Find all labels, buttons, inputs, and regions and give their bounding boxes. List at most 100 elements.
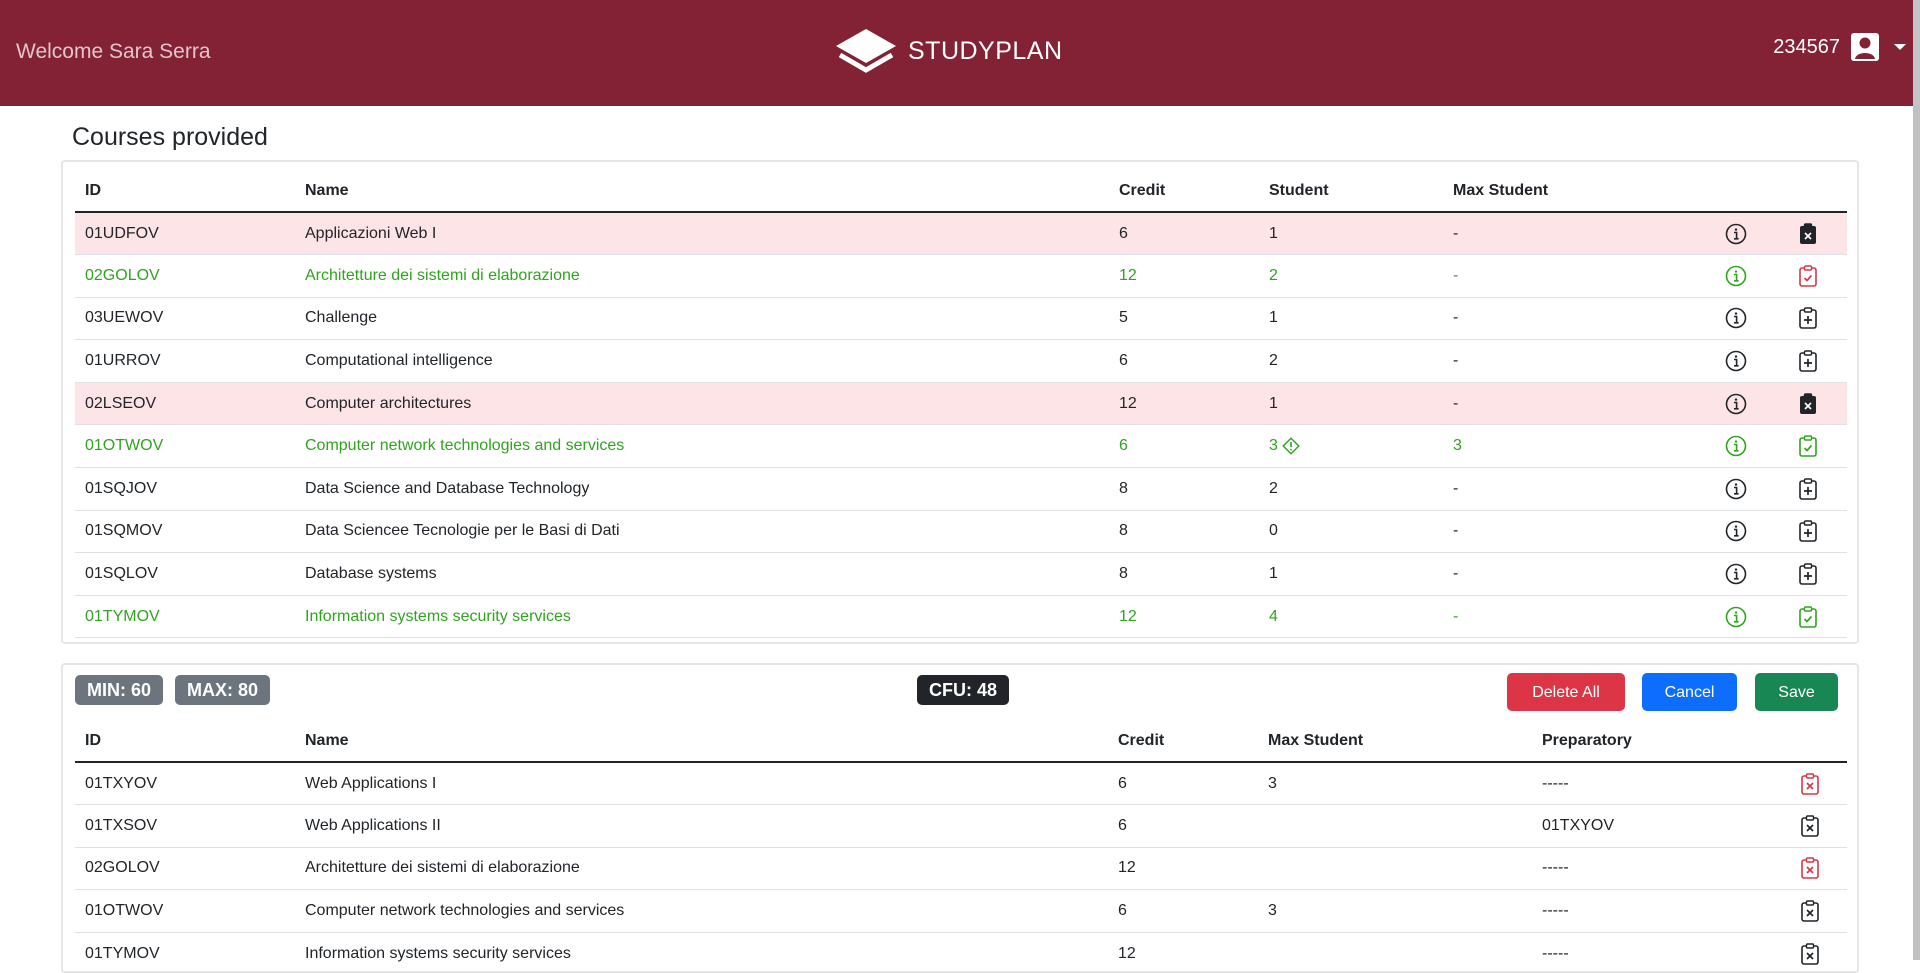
cancel-button[interactable]: Cancel (1642, 673, 1737, 711)
scrollbar-thumb[interactable] (1913, 106, 1920, 960)
info-icon[interactable] (1725, 223, 1747, 244)
info-icon[interactable] (1725, 606, 1747, 627)
course-student-cell: 1 (1259, 297, 1443, 341)
course-student-cell: 4 (1259, 595, 1443, 639)
table-row[interactable]: 01SQMOV Data Sciencee Tecnologie per le B… (75, 510, 1847, 554)
table-row[interactable]: 01OTWOV Computer network technologies and… (75, 424, 1847, 469)
table-row[interactable]: 01UDFOV Applicazioni Web I61 - (75, 212, 1847, 256)
course-name: Computer architectures (295, 382, 1109, 426)
info-cell (1703, 212, 1769, 256)
course-students: 3 (1269, 437, 1278, 455)
info-icon[interactable] (1725, 521, 1747, 542)
course-student-cell: 1 (1259, 212, 1443, 256)
table-row[interactable]: 01SQJOV Data Science and Database Technol… (75, 467, 1847, 511)
info-cell (1703, 382, 1769, 426)
course-students: 2 (1269, 266, 1278, 284)
plan-course-name: Web Applications I (295, 762, 1108, 806)
min-credits-badge: MIN: 60 (75, 675, 164, 705)
info-icon[interactable] (1725, 563, 1747, 585)
delete-all-button[interactable]: Delete All (1507, 673, 1625, 711)
course-max-student: - (1443, 297, 1703, 341)
course-student-cell: 1 (1259, 382, 1443, 426)
info-icon[interactable] (1725, 265, 1747, 287)
study-plan-table: ID Name Credit Max Student Preparatory 0… (75, 720, 1847, 971)
course-max-student: - (1443, 510, 1703, 554)
plan-course-preparatory: ----- (1532, 932, 1772, 971)
courses-card: ID Name Credit Student Max Student 01UDF… (61, 160, 1859, 644)
clipboard-check-icon[interactable] (1797, 265, 1819, 287)
info-icon[interactable] (1725, 478, 1747, 500)
clipboard-plus-icon[interactable] (1797, 307, 1819, 330)
course-students: 2 (1269, 352, 1278, 370)
welcome-text: Welcome Sara Serra (16, 40, 211, 63)
plan-course-preparatory: 01TXYOV (1532, 804, 1772, 848)
plan-course-max-student (1258, 804, 1532, 848)
clipboard-plus-icon[interactable] (1797, 520, 1819, 543)
table-row: 01TXSOV Web Applications II 6 01TXYOV (75, 804, 1847, 848)
course-id: 01SQMOV (75, 510, 295, 554)
course-credit: 12 (1109, 595, 1259, 639)
course-student-cell: 0 (1259, 510, 1443, 554)
course-credit: 8 (1109, 552, 1259, 596)
course-name: Data Sciencee Tecnologie per le Basi di … (295, 510, 1109, 554)
clipboard-plus-icon[interactable] (1797, 350, 1819, 372)
plan-course-preparatory: ----- (1532, 889, 1772, 933)
action-cell (1772, 847, 1847, 891)
course-students: 1 (1269, 565, 1278, 583)
clipboard-x-icon[interactable] (1799, 857, 1821, 880)
table-row[interactable]: 01TYMOV Information systems security serv… (75, 595, 1847, 639)
plan-course-credit: 12 (1108, 847, 1258, 891)
course-id: 02GOLOV (75, 254, 295, 298)
study-plan-card: MIN: 60 MAX: 80 CFU: 48 Delete All Cance… (61, 663, 1859, 973)
action-cell (1769, 467, 1847, 511)
table-row[interactable]: 02GOLOV Architetture dei sistemi di elabo… (75, 254, 1847, 298)
user-menu[interactable]: 234567 (1773, 32, 1906, 62)
info-icon[interactable] (1725, 393, 1747, 414)
clipboard-x-icon[interactable] (1799, 815, 1821, 837)
table-row[interactable]: 03UEWOV Challenge 5 1 - (75, 297, 1847, 341)
table-row[interactable]: 01SQLOV Database systems 8 1 - (75, 552, 1847, 596)
action-cell (1769, 297, 1847, 341)
plan-course-max-student (1258, 847, 1532, 891)
action-cell (1769, 254, 1847, 298)
course-credit: 6 (1109, 212, 1259, 256)
info-icon[interactable] (1725, 435, 1747, 457)
course-student-cell: 2 (1259, 339, 1443, 383)
clipboard-x-icon[interactable] (1797, 222, 1819, 244)
course-max-student: - (1443, 212, 1703, 256)
plan-course-credit: 6 (1108, 762, 1258, 806)
info-cell (1703, 467, 1769, 511)
brand-logo[interactable]: STUDYPLAN (834, 27, 1063, 75)
clipboard-plus-icon[interactable] (1797, 563, 1819, 585)
table-row[interactable]: 02LSEOV Computer architectures 12 1 - (75, 382, 1847, 426)
action-cell (1769, 424, 1847, 469)
table-header-row: ID Name Credit Student Max Student (75, 170, 1847, 213)
clipboard-x-icon[interactable] (1799, 942, 1821, 965)
course-credit: 12 (1109, 254, 1259, 298)
clipboard-plus-icon[interactable] (1797, 478, 1819, 500)
clipboard-check-icon[interactable] (1797, 605, 1819, 628)
info-cell (1703, 424, 1769, 469)
clipboard-x-icon[interactable] (1799, 900, 1821, 922)
column-header-max-student: Max Student (1443, 170, 1703, 213)
info-icon[interactable] (1725, 350, 1747, 372)
plan-course-id: 01TXSOV (75, 804, 295, 848)
clipboard-x-icon[interactable] (1799, 772, 1821, 795)
scrollbar[interactable] (1913, 106, 1920, 960)
column-header-max-student: Max Student (1258, 720, 1532, 763)
info-icon[interactable] (1725, 308, 1747, 329)
clipboard-x-icon[interactable] (1797, 392, 1819, 414)
action-cell (1772, 804, 1847, 848)
course-max-student: - (1443, 254, 1703, 298)
table-row[interactable]: 01URROV Computational intelligence 6 2 - (75, 339, 1847, 383)
column-header-id: ID (75, 720, 295, 763)
action-cell (1769, 212, 1847, 256)
course-name: Challenge (295, 297, 1109, 341)
user-id: 234567 (1773, 35, 1840, 58)
column-header-name: Name (295, 170, 1109, 213)
course-name: Computational intelligence (295, 339, 1109, 383)
save-button[interactable]: Save (1755, 673, 1838, 711)
table-row: 01TXYOV Web Applications I 6 3 ----- (75, 762, 1847, 806)
clipboard-check-icon[interactable] (1797, 435, 1819, 458)
action-cell (1772, 889, 1847, 933)
